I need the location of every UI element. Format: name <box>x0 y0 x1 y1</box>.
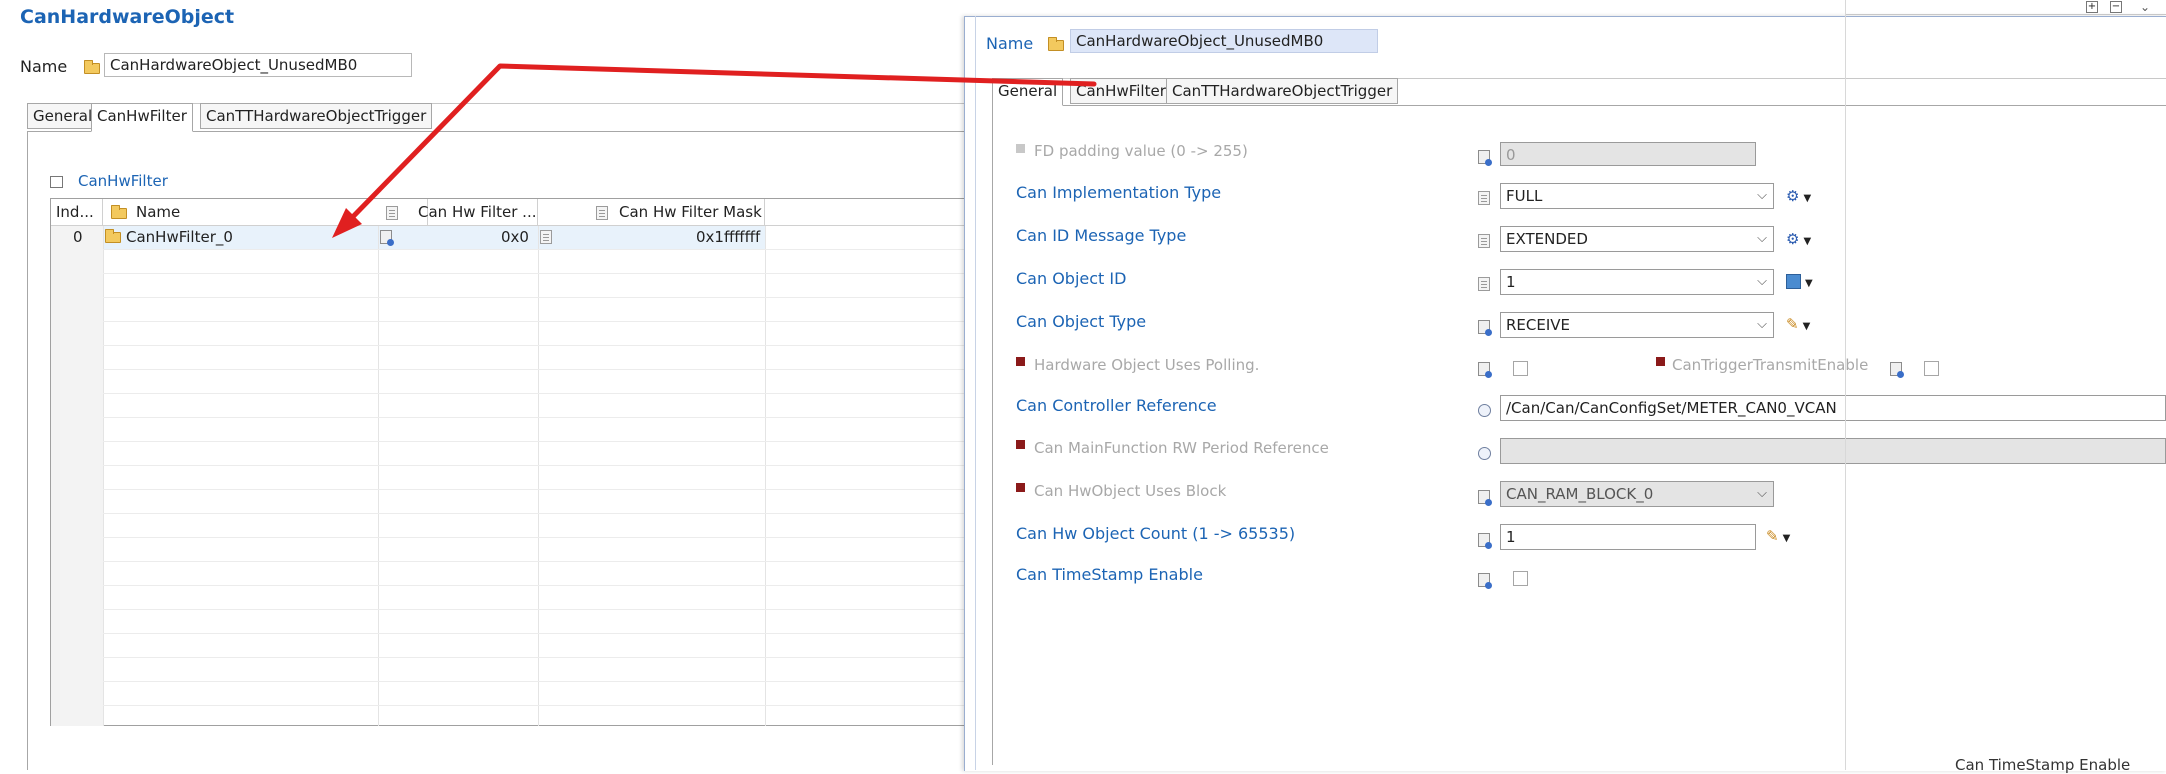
annotation-arrow <box>332 63 1097 238</box>
